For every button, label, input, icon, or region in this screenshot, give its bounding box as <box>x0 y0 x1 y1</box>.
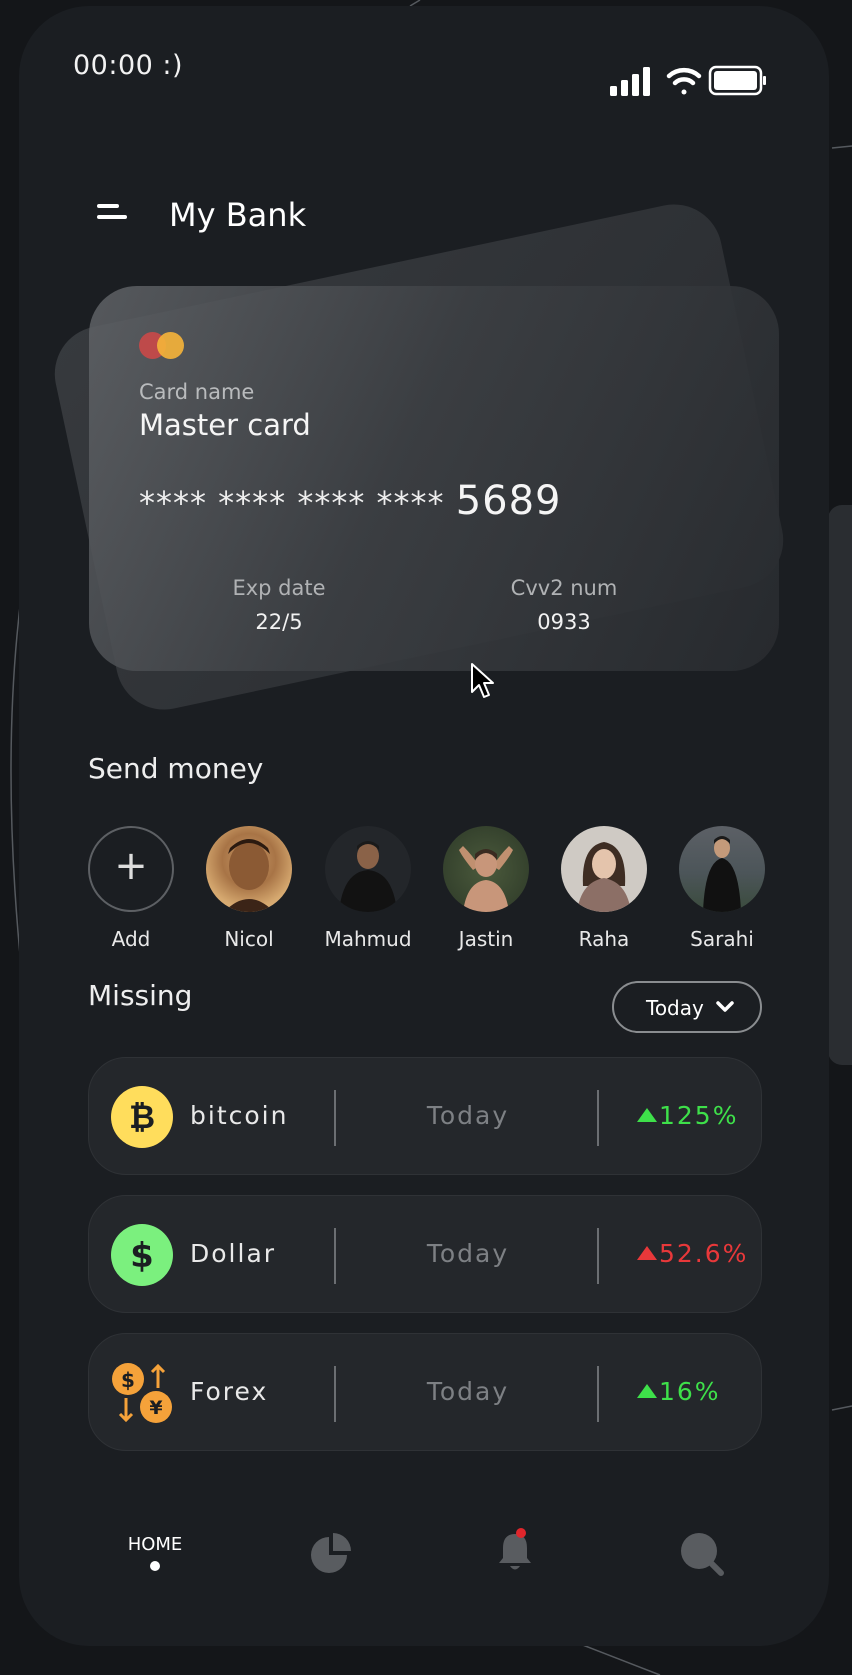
svg-text:₿: ₿ <box>129 1098 155 1136</box>
asset-change: 125% <box>637 1101 738 1130</box>
arrow-up-icon <box>637 1246 657 1260</box>
avatar <box>325 826 411 912</box>
status-icons <box>610 64 790 104</box>
contact-raha[interactable]: Raha <box>554 826 654 951</box>
menu-button[interactable] <box>97 202 131 230</box>
contact-name: Mahmud <box>324 927 412 951</box>
wifi-icon <box>666 67 702 95</box>
card-name-label: Card name <box>139 380 255 404</box>
exp-date-label: Exp date <box>232 576 326 600</box>
app-title: My Bank <box>169 196 307 234</box>
contact-name: Nicol <box>224 927 274 951</box>
notification-dot <box>516 1528 526 1538</box>
cvv-value: 0933 <box>537 610 591 634</box>
status-time: 00:00 :) <box>73 50 184 81</box>
contact-mahmud[interactable]: Mahmud <box>318 826 418 951</box>
filter-label: Today <box>646 996 704 1020</box>
svg-text:¥: ¥ <box>149 1397 162 1419</box>
cvv: Cvv2 num 0933 <box>499 576 629 634</box>
mastercard-logo <box>139 332 189 360</box>
add-contact-button[interactable]: + Add <box>81 826 181 951</box>
asset-period: Today <box>426 1101 510 1130</box>
contact-name: Sarahi <box>690 927 754 951</box>
svg-text:$: $ <box>130 1236 154 1276</box>
cvv-label: Cvv2 num <box>510 576 618 600</box>
forex-exchange-icon: $ ¥ <box>112 1363 172 1423</box>
asset-change: 16% <box>637 1377 721 1406</box>
nav-home-label: HOME <box>127 1534 183 1555</box>
contact-sarahi[interactable]: Sarahi <box>672 826 772 951</box>
exp-date-value: 22/5 <box>255 610 303 634</box>
asset-name: Dollar <box>190 1239 277 1268</box>
card-number: **** **** **** **** 5689 <box>139 478 561 524</box>
credit-card[interactable]: Card name Master card **** **** **** ***… <box>89 286 779 671</box>
asset-name: bitcoin <box>190 1101 289 1130</box>
asset-period: Today <box>426 1377 510 1406</box>
screen: 00:00 :) My Bank Card name Master card *… <box>0 0 852 1675</box>
asset-row-dollar[interactable]: $ Dollar Today 52.6% <box>88 1195 762 1313</box>
bitcoin-icon: ₿ <box>111 1086 173 1148</box>
avatar <box>561 826 647 912</box>
battery-full-icon <box>708 65 766 96</box>
avatar <box>679 826 765 912</box>
contact-name: Raha <box>578 927 630 951</box>
asset-change: 52.6% <box>637 1239 748 1268</box>
asset-row-bitcoin[interactable]: ₿ bitcoin Today 125% <box>88 1057 762 1175</box>
missing-title: Missing <box>88 979 193 1012</box>
arrow-up-icon <box>637 1108 657 1122</box>
card-number-masked: **** **** **** **** <box>139 484 445 522</box>
card-name-value: Master card <box>139 408 311 442</box>
nav-home[interactable]: HOME <box>120 1534 190 1571</box>
active-indicator-dot <box>150 1561 160 1571</box>
arrow-up-icon <box>637 1384 657 1398</box>
divider <box>334 1090 336 1146</box>
side-panel-edge <box>828 505 852 1065</box>
mouse-cursor-icon <box>471 663 494 698</box>
asset-period: Today <box>426 1239 510 1268</box>
bell-icon[interactable] <box>495 1526 535 1574</box>
send-money-title: Send money <box>88 752 264 785</box>
pie-chart-icon[interactable] <box>309 1531 353 1575</box>
avatar <box>206 826 292 912</box>
contact-name: Add <box>111 927 151 951</box>
contact-name: Jastin <box>458 927 514 951</box>
card-number-last4: 5689 <box>455 478 562 524</box>
asset-row-forex[interactable]: $ ¥ Forex Today 16% <box>88 1333 762 1451</box>
contact-nicol[interactable]: Nicol <box>199 826 299 951</box>
divider <box>597 1366 599 1422</box>
chevron-down-icon <box>716 1001 734 1012</box>
divider <box>334 1228 336 1284</box>
period-filter-dropdown[interactable]: Today <box>612 981 762 1033</box>
svg-text:$: $ <box>121 1368 135 1392</box>
exp-date: Exp date 22/5 <box>214 576 344 634</box>
contact-jastin[interactable]: Jastin <box>436 826 536 951</box>
avatar <box>443 826 529 912</box>
menu-icon <box>97 204 119 208</box>
signal-bars-icon <box>610 67 650 96</box>
divider <box>334 1366 336 1422</box>
plus-icon: + <box>88 826 174 912</box>
divider <box>597 1090 599 1146</box>
divider <box>597 1228 599 1284</box>
search-icon[interactable] <box>679 1531 727 1579</box>
phone-frame: 00:00 :) My Bank Card name Master card *… <box>19 6 829 1646</box>
dollar-icon: $ <box>111 1224 173 1286</box>
asset-name: Forex <box>190 1377 269 1406</box>
